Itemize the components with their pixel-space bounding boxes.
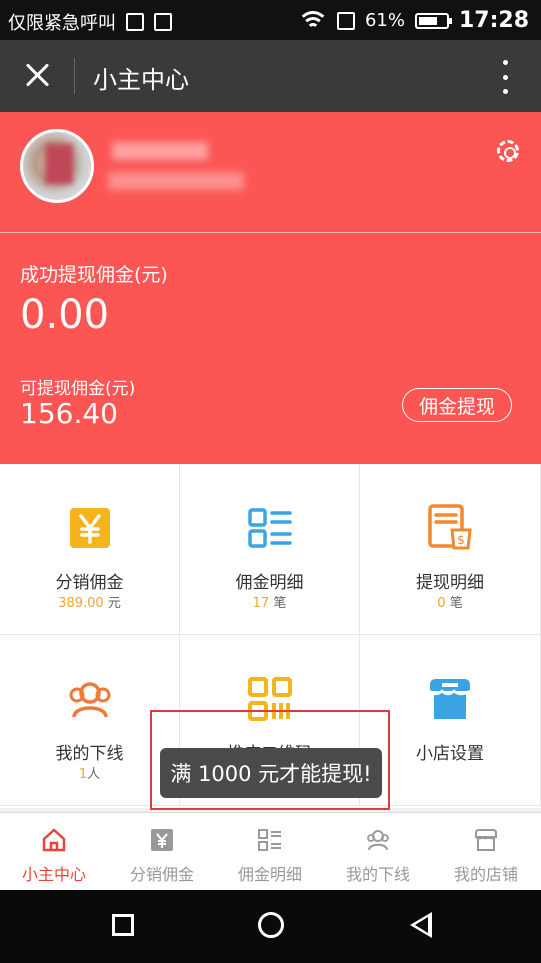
grid-item-number: 0 xyxy=(437,596,446,611)
toast-message: 满 1000 元才能提现! xyxy=(160,748,382,798)
grid-item-label: 分销佣金 xyxy=(55,573,124,593)
wifi-icon xyxy=(296,10,329,31)
battery-icon xyxy=(414,12,452,29)
grid-item-distribution-commission[interactable]: 分销佣金 389.00 元 xyxy=(0,464,180,635)
grid-item-unit: 笔 xyxy=(449,596,463,611)
list-icon xyxy=(247,508,292,548)
image-icon xyxy=(126,13,144,31)
title-divider xyxy=(74,58,75,94)
list-icon xyxy=(258,829,281,851)
withdraw-button[interactable]: 佣金提现 xyxy=(402,388,512,422)
status-bar: 仅限紧急呼叫 61% 17:28 xyxy=(0,0,541,40)
close-icon[interactable] xyxy=(20,58,56,94)
grid-item-sub: 17 笔 xyxy=(180,592,359,611)
tab-commission-details[interactable]: 佣金明细 xyxy=(216,813,324,891)
success-commission-value: 0.00 xyxy=(20,292,110,338)
grid-item-number: 17 xyxy=(252,596,270,611)
tab-my-downline[interactable]: 我的下线 xyxy=(324,813,432,891)
tab-label: 佣金明细 xyxy=(237,865,302,884)
system-nav-bar xyxy=(0,890,541,963)
page-title: 小主中心 xyxy=(93,66,189,94)
upload-icon xyxy=(154,13,172,31)
blurred-username xyxy=(112,142,208,160)
carrier-text: 仅限紧急呼叫 xyxy=(8,13,116,34)
commission-panel: 成功提现佣金(元) 0.00 可提现佣金(元) 156.40 佣金提现 xyxy=(0,112,541,464)
receipt-icon: $ xyxy=(428,504,472,550)
tab-label: 我的下线 xyxy=(345,865,410,884)
users-icon xyxy=(367,830,389,851)
square-icon[interactable] xyxy=(112,914,134,936)
grid-item-sub: 0 笔 xyxy=(360,592,540,611)
clock: 17:28 xyxy=(458,8,529,33)
grid-item-unit: 元 xyxy=(107,596,121,611)
grid-item-sub: 389.00 元 xyxy=(0,592,179,611)
grid-item-label: 佣金明细 xyxy=(235,573,304,593)
title-bar: 小主中心 xyxy=(0,40,541,112)
yen-icon xyxy=(151,829,173,851)
grid-item-commission-details[interactable]: 佣金明细 17 笔 xyxy=(180,464,360,635)
store-icon xyxy=(475,829,497,851)
triangle-back-icon[interactable] xyxy=(410,912,432,938)
gear-icon[interactable] xyxy=(497,140,519,162)
more-vertical-icon[interactable] xyxy=(501,60,509,94)
tab-my-store[interactable]: 我的店铺 xyxy=(432,813,540,891)
success-commission-label: 成功提现佣金(元) xyxy=(20,264,168,286)
grid-item-number: 389.00 xyxy=(58,596,104,611)
grid-item-label: 提现明细 xyxy=(416,573,484,593)
available-commission-label: 可提现佣金(元) xyxy=(20,379,136,399)
tab-label: 我的店铺 xyxy=(453,865,518,884)
tab-label: 分销佣金 xyxy=(129,865,194,884)
sim-icon xyxy=(336,11,355,30)
battery-percent: 61% xyxy=(364,10,405,31)
yen-icon xyxy=(69,508,110,548)
tab-home[interactable]: 小主中心 xyxy=(0,813,108,891)
circle-icon[interactable] xyxy=(258,912,284,938)
blurred-subtitle xyxy=(108,172,244,190)
grid-item-number: 1 xyxy=(78,767,88,782)
home-icon xyxy=(42,828,66,852)
grid-item-unit: 人 xyxy=(87,767,101,782)
avatar[interactable] xyxy=(20,129,94,203)
users-icon xyxy=(69,682,110,718)
available-commission-value: 156.40 xyxy=(20,397,118,430)
bottom-tab-bar: 小主中心 分销佣金 佣金明细 我的下线 我的店铺 xyxy=(0,812,541,891)
tab-label: 小主中心 xyxy=(21,865,86,884)
store-icon xyxy=(429,679,471,719)
tab-distribution-commission[interactable]: 分销佣金 xyxy=(108,813,216,891)
divider xyxy=(0,232,541,233)
grid-item-unit: 笔 xyxy=(273,596,287,611)
svg-text:$: $ xyxy=(457,533,465,547)
grid-item-withdraw-details[interactable]: $ 提现明细 0 笔 xyxy=(360,464,541,635)
